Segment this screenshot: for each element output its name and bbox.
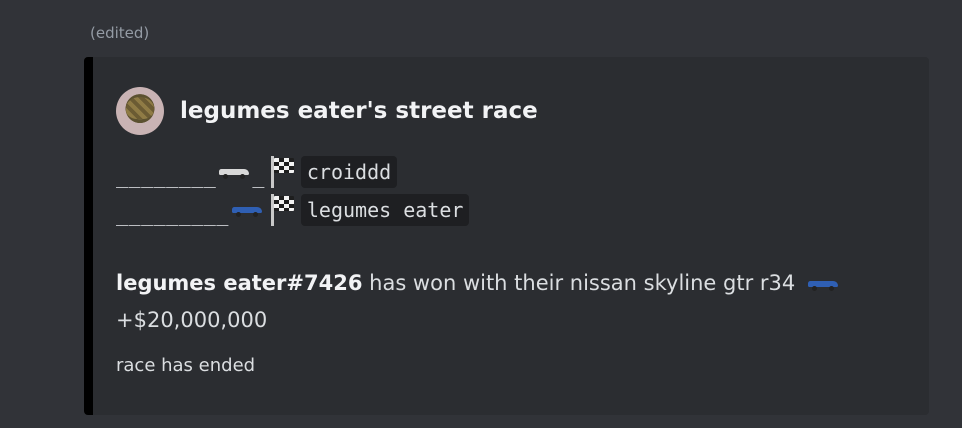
race-result: legumes eater#7426 has won with their ni…: [116, 265, 916, 339]
prize-amount: +$20,000,000: [116, 308, 268, 332]
racer-name: croiddd: [300, 156, 398, 188]
racer-name: legumes eater: [300, 194, 470, 226]
track-underscores: ________: [116, 164, 217, 188]
race-embed: legumes eater's street race ________ _ c…: [84, 57, 929, 415]
white-race-car-icon: [217, 165, 251, 179]
winner-name: legumes eater#7426: [116, 271, 363, 295]
checkered-flag-icon: [269, 194, 295, 226]
blue-car-icon: [806, 277, 840, 291]
embed-footer: race has ended: [116, 355, 256, 376]
author-avatar[interactable]: [116, 87, 164, 135]
embed-accent-bar: [84, 57, 93, 415]
embed-author: legumes eater's street race: [116, 87, 538, 135]
track-underscores-after: _: [252, 164, 265, 188]
race-lane-2: _________ legumes eater: [116, 192, 470, 228]
track-underscores: _________: [116, 202, 229, 226]
blue-car-icon: [230, 203, 264, 217]
race-lane-1: ________ _ croiddd: [116, 154, 398, 190]
edited-label: (edited): [90, 24, 150, 42]
embed-author-name[interactable]: legumes eater's street race: [180, 98, 538, 124]
result-text: has won with their nissan skyline gtr r3…: [369, 271, 796, 295]
checkered-flag-icon: [269, 156, 295, 188]
